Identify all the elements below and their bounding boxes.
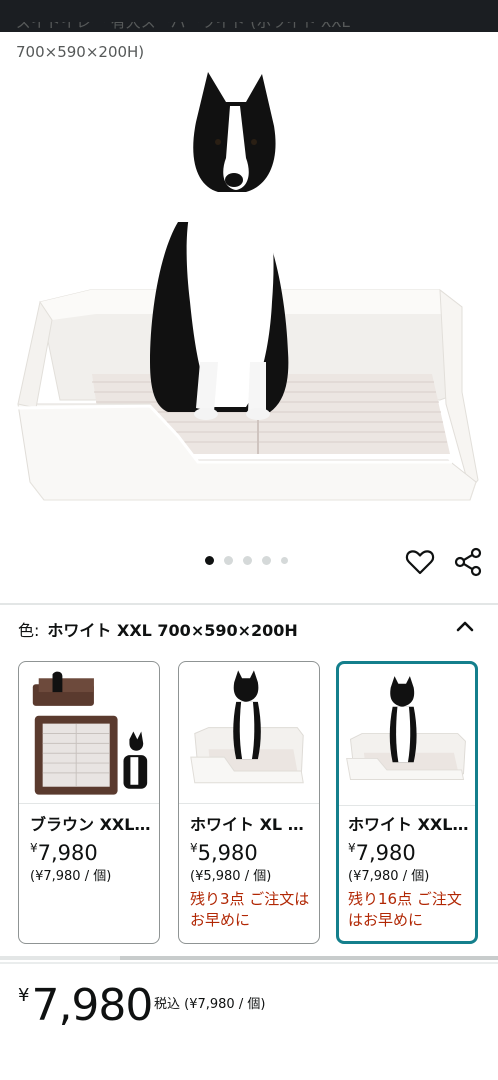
variation-option-unit-price: (¥5,980 / 個) xyxy=(190,869,272,884)
heart-icon[interactable] xyxy=(404,546,436,578)
variation-option-price: ¥7,980 xyxy=(30,841,98,865)
price-tax-note: 税込 (¥7,980 / 個) xyxy=(154,997,266,1012)
variation-selected-value: ホワイト XXL 700×590×200H xyxy=(47,621,298,640)
variation-thumbnail xyxy=(339,676,475,806)
variation-option-name: ホワイト XXL 700×590×200H xyxy=(348,815,472,834)
variation-scrollbar[interactable] xyxy=(120,956,498,960)
variation-option-price: ¥5,980 xyxy=(190,841,258,865)
section-divider xyxy=(0,603,498,605)
section-divider xyxy=(0,962,498,964)
carousel-dot-2[interactable] xyxy=(224,556,233,565)
variation-option-unit-price: (¥7,980 / 個) xyxy=(30,869,112,884)
variation-options: ブラウン XXL 700×590×200H ¥7,980 (¥7,980 / 個… xyxy=(18,661,498,945)
carousel-dot-3[interactable] xyxy=(243,556,252,565)
chevron-up-icon[interactable] xyxy=(452,614,478,640)
product-title-line1: ズイドイレー 有大スーパーワイド (ホワイト XXL xyxy=(16,22,350,31)
variation-option-name: ブラウン XXL 700×590×200H xyxy=(30,815,154,834)
variation-header: 色: ホワイト XXL 700×590×200H xyxy=(18,620,298,642)
variation-thumbnail xyxy=(19,671,159,804)
variation-option-white-xxl[interactable]: ホワイト XXL 700×590×200H ¥7,980 (¥7,980 / 個… xyxy=(336,661,478,944)
product-price: ¥ 7,980 xyxy=(18,978,153,1034)
variation-option-stock-warning: 残り16点 ご注文はお早めに xyxy=(348,890,462,929)
product-hero-image[interactable] xyxy=(0,62,498,532)
variation-option-brown-xxl[interactable]: ブラウン XXL 700×590×200H ¥7,980 (¥7,980 / 個… xyxy=(18,661,160,944)
variation-option-name: ホワイト XL 600×480×200H xyxy=(190,815,314,834)
carousel-dots[interactable] xyxy=(205,556,288,565)
variation-option-price: ¥7,980 xyxy=(348,841,416,865)
carousel-dot-5[interactable] xyxy=(281,557,288,564)
share-icon[interactable] xyxy=(452,546,484,578)
carousel-dot-4[interactable] xyxy=(262,556,271,565)
price-currency: ¥ xyxy=(18,985,30,1006)
price-amount: 7,980 xyxy=(31,980,153,1031)
variation-thumbnail xyxy=(179,670,319,804)
carousel-dot-1[interactable] xyxy=(205,556,214,565)
product-title-line2: 700×590×200H) xyxy=(16,43,145,61)
variation-label: 色: xyxy=(18,621,40,640)
variation-option-white-xl[interactable]: ホワイト XL 600×480×200H ¥5,980 (¥5,980 / 個)… xyxy=(178,661,320,944)
variation-option-stock-warning: 残り3点 ご注文はお早めに xyxy=(190,890,310,929)
variation-option-unit-price: (¥7,980 / 個) xyxy=(348,869,430,884)
